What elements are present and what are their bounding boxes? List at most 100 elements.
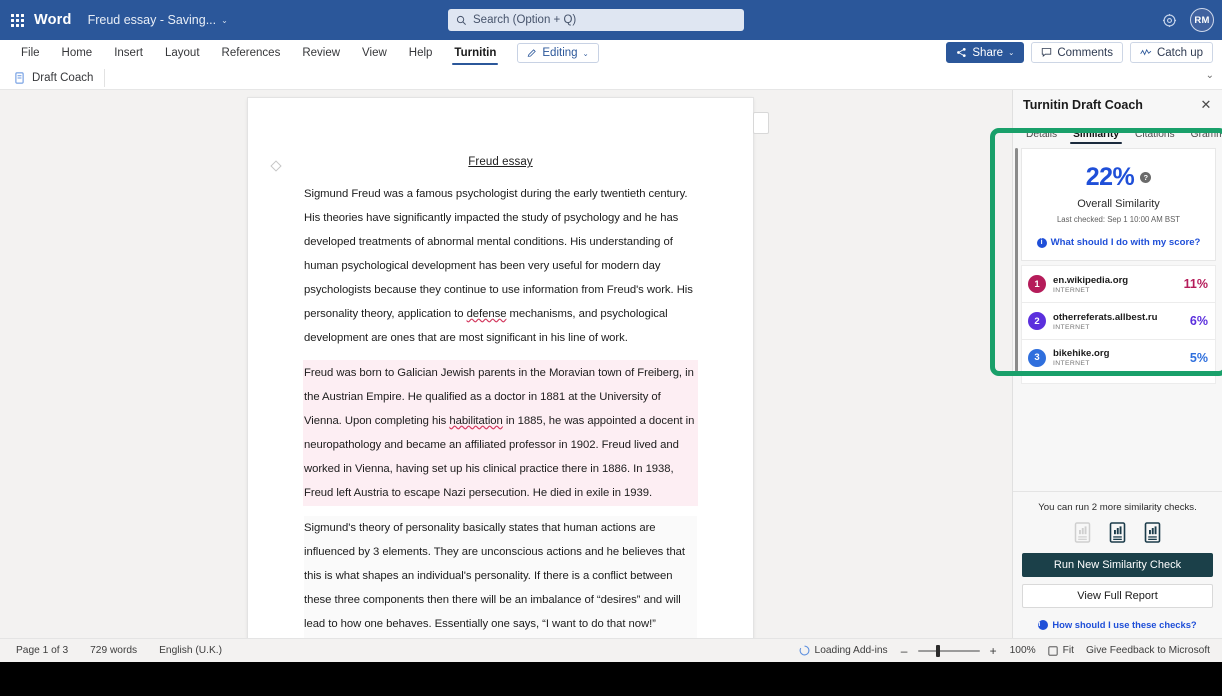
app-launcher-button[interactable] (0, 14, 34, 27)
pane-scrollbar[interactable] (1015, 148, 1018, 376)
paragraph-run: Sigmund Freud was a famous psychologist … (304, 188, 693, 320)
word-count[interactable]: 729 words (90, 645, 137, 656)
similarity-label: Overall Similarity (1030, 198, 1207, 210)
ribbon-tab-insert[interactable]: Insert (103, 40, 154, 66)
info-icon: i (1038, 620, 1048, 630)
check-token-row (1022, 522, 1213, 543)
page-count[interactable]: Page 1 of 3 (16, 645, 68, 656)
source-row-partial[interactable] (1021, 376, 1216, 384)
source-row-3[interactable]: 3 bikehike.org INTERNET 5% (1021, 339, 1216, 376)
draft-coach-button[interactable]: Draft Coach (14, 69, 105, 87)
what-should-i-do-link[interactable]: i What should I do with my score? (1030, 237, 1207, 248)
source-rank-badge: 2 (1028, 312, 1046, 330)
view-full-report-button[interactable]: View Full Report (1022, 584, 1213, 608)
floating-object-placeholder[interactable] (753, 112, 769, 134)
run-new-similarity-check-button[interactable]: Run New Similarity Check (1022, 553, 1213, 577)
how-should-i-use-checks-link[interactable]: i How should I use these checks? (1022, 619, 1213, 630)
source-percent: 5% (1190, 351, 1208, 365)
zoom-out-button[interactable]: – (900, 644, 909, 658)
comment-icon (1041, 47, 1052, 58)
gear-icon (1162, 13, 1177, 28)
search-input[interactable] (473, 14, 736, 26)
titlebar-right-cluster: RM (1158, 0, 1214, 40)
zoom-slider[interactable] (918, 650, 980, 652)
what-should-i-do-label: What should I do with my score? (1051, 237, 1201, 248)
search-icon (456, 15, 467, 26)
avatar[interactable]: RM (1190, 8, 1214, 32)
share-button[interactable]: Share ⌄ (946, 42, 1024, 63)
document-paragraph-2: Freud was born to Galician Jewish parent… (304, 361, 697, 505)
zoom-in-button[interactable]: + (989, 644, 998, 658)
similarity-score-card: 22% ? Overall Similarity Last checked: S… (1021, 148, 1216, 261)
app-name: Word (34, 12, 72, 28)
activity-wave-icon (1140, 47, 1152, 58)
ribbon-action-buttons: Share ⌄ Comments Catch up (946, 42, 1213, 63)
ribbon-tab-bar: File Home Insert Layout References Revie… (0, 40, 1222, 66)
editing-mode-label: Editing (542, 47, 577, 59)
similarity-source-list: 1 en.wikipedia.org INTERNET 11% 2 otherr… (1021, 265, 1216, 376)
ribbon-tab-references[interactable]: References (211, 40, 292, 66)
chevron-down-icon: ⌄ (1008, 48, 1014, 57)
document-body[interactable]: Sigmund Freud was a famous psychologist … (248, 182, 753, 638)
pane-tab-citations[interactable]: Citations (1128, 129, 1182, 144)
pane-tab-details[interactable]: Details (1019, 129, 1064, 144)
ribbon-tab-help[interactable]: Help (398, 40, 444, 66)
help-question-icon[interactable]: ? (1140, 172, 1151, 183)
source-type: INTERNET (1053, 360, 1183, 367)
turnitin-draft-coach-pane: Turnitin Draft Coach ✕ Details Similarit… (1012, 90, 1222, 638)
word-window: Word Freud essay - Saving... ⌄ (0, 0, 1222, 662)
ribbon-tab-turnitin[interactable]: Turnitin (443, 40, 507, 66)
score-row: 22% ? (1030, 163, 1207, 192)
language-indicator[interactable]: English (U.K.) (159, 645, 222, 656)
source-name: en.wikipedia.org (1053, 275, 1177, 286)
info-icon: i (1037, 238, 1047, 248)
settings-button[interactable] (1158, 9, 1180, 31)
ribbon-tab-layout[interactable]: Layout (154, 40, 211, 66)
fit-page-icon (1048, 646, 1058, 656)
editing-mode-button[interactable]: Editing ⌄ (517, 43, 598, 63)
zoom-slider-thumb[interactable] (936, 645, 940, 657)
close-icon[interactable]: ✕ (1198, 97, 1214, 113)
document-heading: Freud essay (248, 156, 753, 168)
last-checked-text: Last checked: Sep 1 10:00 AM BST (1030, 215, 1207, 224)
chevron-down-icon: ⌄ (583, 49, 589, 58)
how-should-i-use-checks-label: How should I use these checks? (1052, 619, 1196, 630)
source-row-2[interactable]: 2 otherreferats.allbest.ru INTERNET 6% (1021, 302, 1216, 339)
share-label: Share (972, 47, 1003, 59)
chevron-down-icon: ⌄ (221, 16, 228, 25)
document-page[interactable]: Freud essay Sigmund Freud was a famous p… (248, 98, 753, 638)
catch-up-button[interactable]: Catch up (1130, 42, 1213, 63)
remaining-checks-text: You can run 2 more similarity checks. (1022, 502, 1213, 513)
source-type: INTERNET (1053, 324, 1183, 331)
ribbon-tab-file[interactable]: File (10, 40, 51, 66)
give-feedback-link[interactable]: Give Feedback to Microsoft (1086, 645, 1210, 656)
zoom-control[interactable]: – + (900, 644, 998, 658)
fit-button[interactable]: Fit (1048, 645, 1074, 656)
zoom-level[interactable]: 100% (1010, 645, 1036, 656)
pane-header: Turnitin Draft Coach ✕ (1013, 90, 1222, 120)
loading-addins-status: Loading Add-ins (799, 645, 888, 656)
pane-tab-similarity[interactable]: Similarity (1066, 129, 1126, 144)
source-name: bikehike.org (1053, 348, 1183, 359)
source-percent: 11% (1184, 277, 1208, 291)
document-title-button[interactable]: Freud essay - Saving... ⌄ (88, 13, 228, 27)
loading-addins-label: Loading Add-ins (815, 645, 888, 656)
pane-tab-bar: Details Similarity Citations Grammar (1013, 120, 1222, 144)
comments-button[interactable]: Comments (1031, 42, 1123, 63)
status-bar-right: Loading Add-ins – + 100% Fit Give Feedba… (799, 644, 1222, 658)
pane-tab-grammar[interactable]: Grammar (1184, 129, 1222, 144)
pane-scroll-region[interactable]: 22% ? Overall Similarity Last checked: S… (1013, 144, 1222, 491)
status-bar: Page 1 of 3 729 words English (U.K.) Loa… (0, 638, 1222, 662)
share-icon (956, 47, 967, 58)
collapse-ribbon-button[interactable]: ⌄ (1206, 70, 1214, 81)
check-token-used-icon (1074, 522, 1091, 543)
spinner-icon (799, 645, 810, 656)
comments-label: Comments (1057, 47, 1113, 59)
search-box[interactable] (448, 9, 744, 31)
ribbon-tab-home[interactable]: Home (51, 40, 104, 66)
waffle-icon (11, 14, 24, 27)
document-paragraph-1: Sigmund Freud was a famous psychologist … (304, 182, 697, 350)
ribbon-tab-view[interactable]: View (351, 40, 398, 66)
ribbon-tab-review[interactable]: Review (291, 40, 351, 66)
source-row-1[interactable]: 1 en.wikipedia.org INTERNET 11% (1021, 265, 1216, 302)
